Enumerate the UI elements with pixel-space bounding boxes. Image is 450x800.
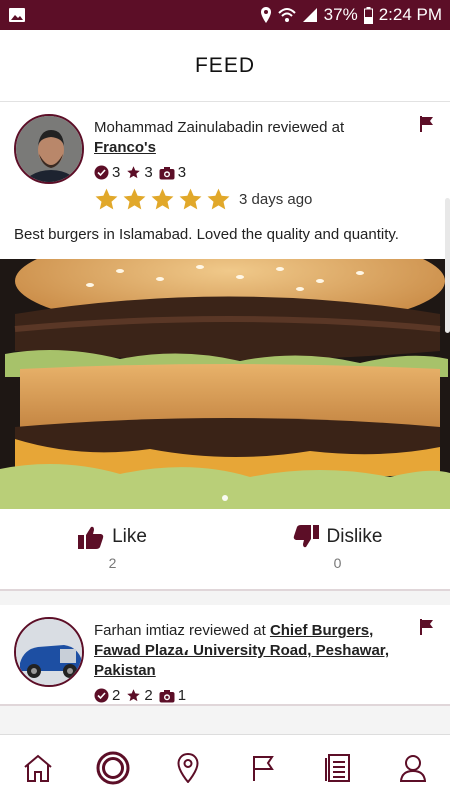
- feed-list[interactable]: Mohammad Zainulabadin reviewed at Franco…: [0, 102, 450, 734]
- nav-flag[interactable]: [238, 743, 288, 793]
- thumbs-down-icon: [293, 525, 319, 548]
- review-time: 3 days ago: [239, 191, 313, 208]
- gallery-notification-icon: [9, 8, 25, 22]
- checkin-icon: [94, 688, 109, 703]
- flag-icon: [420, 619, 433, 635]
- review-photo[interactable]: [0, 259, 450, 509]
- nav-feed[interactable]: [88, 743, 138, 793]
- reviewer-name[interactable]: Farhan imtiaz: [94, 622, 185, 639]
- profile-icon: [399, 754, 426, 782]
- star-rating: [94, 187, 231, 212]
- nav-home[interactable]: [13, 743, 63, 793]
- home-icon: [23, 754, 52, 782]
- dislike-count: 0: [333, 555, 342, 571]
- reviewer-avatar[interactable]: [14, 114, 84, 184]
- review-count: 2: [144, 687, 153, 704]
- nav-profile[interactable]: [388, 743, 438, 793]
- app-header: FEED: [0, 30, 450, 102]
- flag-icon: [420, 116, 433, 132]
- nav-list[interactable]: [313, 743, 363, 793]
- location-status-icon: [260, 7, 271, 23]
- location-pin-icon: [176, 752, 199, 783]
- like-count: 2: [108, 555, 117, 571]
- report-flag-button[interactable]: [420, 619, 434, 640]
- battery-icon: [363, 6, 373, 24]
- review-star-icon: [127, 689, 141, 702]
- list-icon: [324, 753, 350, 782]
- reviewer-stats: 2 2 1: [94, 687, 408, 704]
- reviewer-avatar[interactable]: [14, 617, 84, 687]
- battery-percent: 37%: [323, 5, 358, 24]
- checkin-icon: [94, 165, 109, 180]
- photo-count: 3: [177, 164, 187, 181]
- carousel-indicator: [222, 495, 228, 501]
- reviewer-name[interactable]: Mohammad Zainulabadin: [94, 119, 263, 136]
- place-link[interactable]: Franco's: [94, 139, 156, 156]
- dislike-label: Dislike: [326, 526, 383, 547]
- star-icon: [95, 188, 118, 210]
- star-icon: [207, 188, 230, 210]
- status-bar: 37% 2:24 PM: [0, 0, 450, 30]
- review-card: Mohammad Zainulabadin reviewed at Franco…: [0, 102, 450, 591]
- page-title: FEED: [194, 53, 255, 77]
- bottom-navigation: [0, 734, 450, 800]
- checkin-count: 3: [112, 164, 121, 181]
- reviewed-at-text: reviewed at: [189, 622, 266, 639]
- review-count: 3: [144, 164, 153, 181]
- nav-location[interactable]: [163, 743, 213, 793]
- review-card: Farhan imtiaz reviewed at Chief Burgers,…: [0, 605, 450, 706]
- thumbs-up-icon: [78, 526, 104, 549]
- star-icon: [123, 188, 146, 210]
- clock: 2:24 PM: [378, 5, 442, 24]
- flag-outline-icon: [252, 755, 274, 781]
- review-text: Best burgers in Islamabad. Loved the qua…: [14, 226, 399, 243]
- like-button[interactable]: Like 2: [0, 525, 225, 571]
- scrollbar[interactable]: [445, 198, 450, 333]
- wifi-icon: [277, 8, 296, 22]
- camera-icon: [159, 166, 175, 179]
- circle-logo-icon: [96, 751, 129, 784]
- reviewed-at-text: reviewed at: [267, 119, 345, 136]
- reaction-bar: Like 2 Dislike 0: [0, 509, 450, 589]
- checkin-count: 2: [112, 687, 121, 704]
- star-icon: [179, 188, 202, 210]
- reviewer-stats: 3 3 3: [94, 164, 408, 181]
- like-label: Like: [112, 526, 147, 547]
- signal-icon: [302, 8, 317, 22]
- camera-icon: [159, 689, 175, 702]
- review-star-icon: [127, 166, 141, 179]
- star-icon: [151, 188, 174, 210]
- report-flag-button[interactable]: [420, 116, 434, 137]
- dislike-button[interactable]: Dislike 0: [225, 525, 450, 571]
- photo-count: 1: [177, 687, 187, 704]
